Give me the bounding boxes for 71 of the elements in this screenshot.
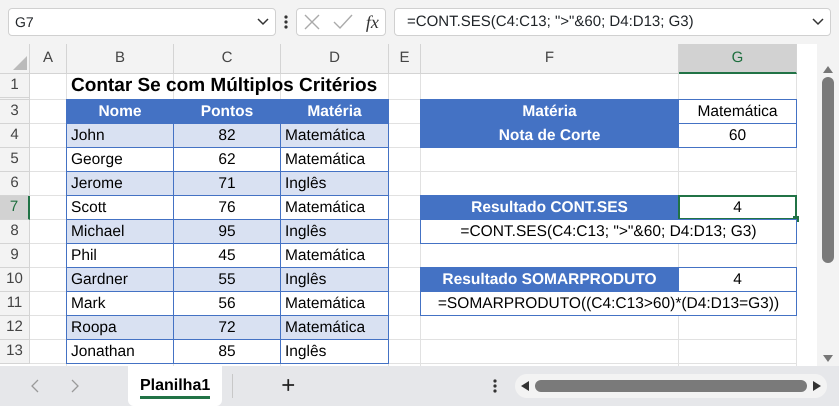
table-cell: 72	[173, 315, 281, 340]
previous-sheet-icon[interactable]	[30, 379, 40, 393]
table-header: Pontos	[173, 99, 281, 124]
table-cell[interactable]: 4	[678, 195, 797, 220]
table-cell: Inglês	[280, 219, 389, 244]
sheet-title: Contar Se com Múltiplos Critérios	[70, 74, 378, 98]
result-label: Resultado CONT.SES	[420, 195, 679, 220]
scroll-right-icon[interactable]	[813, 381, 821, 391]
column-header[interactable]: A	[30, 44, 67, 74]
table-cell: 71	[173, 171, 281, 196]
row-header[interactable]: 5	[0, 148, 30, 172]
name-box[interactable]: G7	[8, 8, 276, 36]
scroll-left-icon[interactable]	[521, 381, 529, 391]
row-header[interactable]: 8	[0, 220, 30, 244]
result-label: Resultado SOMARPRODUTO	[420, 267, 679, 292]
formula-bar[interactable]: =CONT.SES(C4:C13; ">"&60; D4:D13; G3)	[394, 8, 831, 36]
column-header[interactable]: F	[421, 44, 679, 74]
table-cell[interactable]: 4	[678, 267, 797, 292]
table-cell: Inglês	[280, 171, 389, 196]
scrollbar-thumb[interactable]	[822, 77, 834, 263]
row-header[interactable]: 12	[0, 316, 30, 340]
table-cell: 60	[678, 123, 797, 148]
table-cell: Matemática	[280, 315, 389, 340]
sheet-tab[interactable]: Planilha1	[128, 366, 222, 406]
row-header[interactable]: 13	[0, 340, 30, 364]
formula-text: =CONT.SES(C4:C13; ">"&60; D4:D13; G3)	[420, 219, 797, 244]
table-cell: 55	[173, 267, 281, 292]
row-header[interactable]: 1	[0, 74, 30, 98]
row-header[interactable]: 11	[0, 292, 30, 316]
row-header[interactable]: 9	[0, 244, 30, 268]
scrollbar-thumb[interactable]	[535, 380, 807, 392]
row-header[interactable]: 4	[0, 124, 30, 148]
column-header[interactable]: D	[281, 44, 389, 74]
table-cell: Jerome	[66, 171, 174, 196]
table-header: Nome	[66, 99, 174, 124]
table-header: Matéria	[280, 99, 389, 124]
row-header[interactable]: 7	[0, 196, 30, 220]
criteria-label: Matéria	[420, 99, 679, 124]
column-header[interactable]: B	[67, 44, 174, 74]
add-sheet-button[interactable]: +	[281, 374, 296, 398]
table-cell: Inglês	[280, 339, 389, 364]
cell-reference: G7	[15, 12, 34, 32]
table-cell: Jonathan	[66, 339, 174, 364]
caret-icon	[812, 18, 824, 26]
scroll-up-icon[interactable]	[823, 66, 833, 73]
table-cell: Inglês	[280, 267, 389, 292]
caret-icon	[257, 18, 269, 26]
row-header[interactable]: 10	[0, 268, 30, 292]
formula-text: =CONT.SES(C4:C13; ">"&60; D4:D13; G3)	[407, 12, 694, 32]
scroll-down-icon[interactable]	[823, 355, 833, 362]
criteria-label: Nota de Corte	[420, 123, 679, 148]
column-header[interactable]: C	[174, 44, 281, 74]
row-header[interactable]: 3	[0, 100, 30, 124]
table-cell: 95	[173, 219, 281, 244]
table-cell: Roopa	[66, 315, 174, 340]
insert-function-button[interactable]: fx	[366, 8, 379, 36]
table-cell: John	[66, 123, 174, 148]
row-header[interactable]: 6	[0, 172, 30, 196]
column-header[interactable]: E	[389, 44, 421, 74]
table-cell: Matemática	[678, 99, 797, 124]
cancel-icon[interactable]	[303, 13, 322, 31]
table-cell: 82	[173, 123, 281, 148]
more-options-icon[interactable]	[493, 378, 497, 394]
next-sheet-icon[interactable]	[70, 379, 80, 393]
column-header[interactable]: G	[679, 44, 797, 74]
formula-text: =SOMARPRODUTO((C4:C13>60)*(D4:D13=G3))	[420, 291, 797, 316]
more-options-icon[interactable]	[284, 14, 288, 30]
check-icon[interactable]	[333, 14, 354, 30]
table-cell: Michael	[66, 219, 174, 244]
table-cell: Matemática	[280, 123, 389, 148]
table-cell: Gardner	[66, 267, 174, 292]
